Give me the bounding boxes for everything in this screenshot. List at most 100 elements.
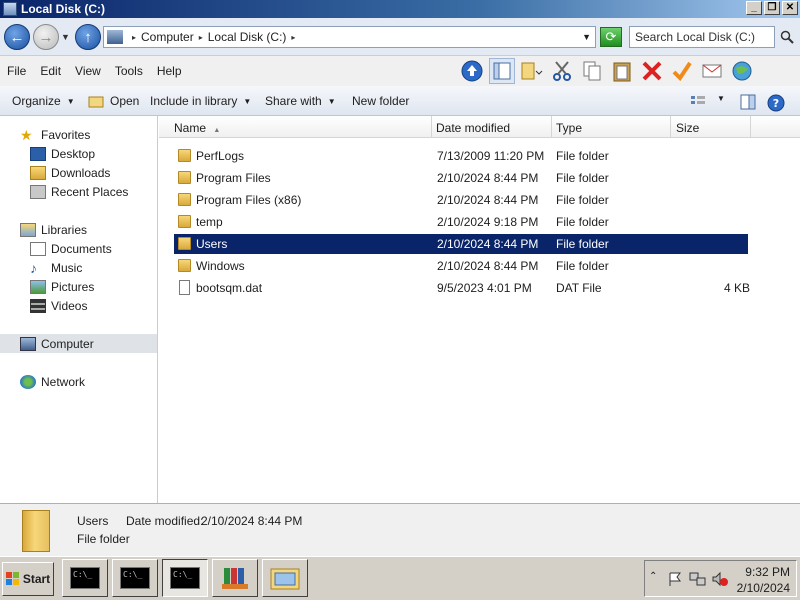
- taskbar-books[interactable]: [212, 559, 258, 597]
- network-status-icon[interactable]: [689, 571, 707, 587]
- nav-documents[interactable]: Documents: [30, 240, 112, 258]
- forward-button[interactable]: →: [33, 24, 59, 50]
- up-button[interactable]: ↑: [75, 24, 101, 50]
- table-row-selected[interactable]: Users 2/10/2024 8:44 PM File folder: [174, 234, 748, 254]
- nav-downloads[interactable]: Downloads: [30, 164, 110, 182]
- nav-favorites[interactable]: ★ Favorites: [20, 126, 90, 144]
- nav-desktop[interactable]: Desktop: [30, 145, 95, 163]
- cut-icon[interactable]: [549, 58, 575, 84]
- search-input[interactable]: Search Local Disk (C:): [629, 26, 775, 48]
- back-button[interactable]: ←: [4, 24, 30, 50]
- preview-pane-button[interactable]: [740, 94, 756, 110]
- open-button[interactable]: Open: [88, 94, 139, 108]
- column-type[interactable]: Type: [552, 116, 671, 138]
- address-history-dropdown[interactable]: ▼: [582, 32, 591, 42]
- recent-pages-dropdown[interactable]: ▼: [61, 32, 70, 42]
- computer-icon: [107, 30, 123, 44]
- delete-icon[interactable]: [639, 58, 665, 84]
- nav-videos-label: Videos: [51, 299, 88, 313]
- file-icon: [179, 280, 190, 295]
- show-hidden-icons-icon[interactable]: ⌃: [649, 571, 657, 582]
- file-name: bootsqm.dat: [196, 281, 263, 295]
- file-type: File folder: [556, 171, 609, 185]
- table-row[interactable]: Windows 2/10/2024 8:44 PM File folder: [174, 256, 748, 276]
- folder-icon: [178, 259, 191, 272]
- folder-icon: [178, 171, 191, 184]
- details-type: File folder: [77, 532, 130, 546]
- pictures-icon: [30, 280, 46, 294]
- maximize-button[interactable]: ❐: [764, 1, 780, 15]
- include-in-library-button[interactable]: Include in library ▼: [150, 94, 251, 108]
- table-row[interactable]: Program Files 2/10/2024 8:44 PM File fol…: [174, 168, 748, 188]
- drive-icon: [3, 2, 17, 16]
- file-date: 9/5/2023 4:01 PM: [437, 281, 532, 295]
- up-folder-icon[interactable]: [459, 58, 485, 84]
- nav-documents-label: Documents: [51, 242, 112, 256]
- nav-recent-label: Recent Places: [51, 185, 129, 199]
- nav-favorites-label: Favorites: [41, 128, 91, 142]
- nav-recent-places[interactable]: Recent Places: [30, 183, 128, 201]
- address-bar[interactable]: ▸ Computer ▸ Local Disk (C:) ▸ ▼: [103, 26, 596, 48]
- nav-libraries[interactable]: Libraries: [20, 221, 87, 239]
- properties-check-icon[interactable]: [669, 58, 695, 84]
- command-prompt-icon: C:\_: [120, 567, 150, 589]
- volume-muted-icon[interactable]: [711, 571, 729, 587]
- refresh-button[interactable]: ⟳: [600, 27, 622, 47]
- globe-icon[interactable]: [729, 58, 755, 84]
- start-button[interactable]: Start: [2, 562, 54, 596]
- table-row[interactable]: Program Files (x86) 2/10/2024 8:44 PM Fi…: [174, 190, 748, 210]
- nav-pictures[interactable]: Pictures: [30, 278, 94, 296]
- organize-button[interactable]: Organize ▼: [12, 94, 75, 108]
- search-icon[interactable]: [776, 26, 798, 48]
- classic-toolbar: [459, 58, 755, 84]
- nav-network[interactable]: Network: [20, 373, 85, 391]
- nav-videos[interactable]: Videos: [30, 297, 87, 315]
- table-row[interactable]: bootsqm.dat 9/5/2023 4:01 PM DAT File 4 …: [174, 278, 750, 298]
- email-icon[interactable]: [699, 58, 725, 84]
- nav-desktop-label: Desktop: [51, 147, 96, 161]
- table-row[interactable]: temp 2/10/2024 9:18 PM File folder: [174, 212, 748, 232]
- taskbar-cmd-1[interactable]: C:\_: [62, 559, 108, 597]
- nav-computer[interactable]: Computer: [20, 335, 94, 353]
- file-name: Program Files: [196, 171, 271, 185]
- clock[interactable]: 9:32 PM 2/10/2024: [737, 564, 790, 596]
- breadcrumb-computer[interactable]: Computer: [141, 30, 194, 44]
- views-icon[interactable]: [519, 58, 545, 84]
- folders-pane-icon[interactable]: [489, 58, 515, 84]
- copy-icon[interactable]: [579, 58, 605, 84]
- nav-music[interactable]: ♪ Music: [30, 259, 82, 277]
- change-view-button[interactable]: [690, 94, 706, 108]
- close-button[interactable]: ✕: [782, 1, 798, 15]
- nav-libraries-label: Libraries: [41, 223, 88, 237]
- film-icon: [30, 299, 46, 313]
- column-name[interactable]: Name ▲: [159, 116, 432, 138]
- taskbar-cmd-2[interactable]: C:\_: [112, 559, 158, 597]
- table-row[interactable]: PerfLogs 7/13/2009 11:20 PM File folder: [174, 146, 748, 166]
- menu-file[interactable]: File: [7, 64, 26, 78]
- menu-view[interactable]: View: [75, 64, 101, 78]
- minimize-button[interactable]: _: [746, 1, 762, 15]
- share-with-button[interactable]: Share with ▼: [265, 94, 336, 108]
- chevron-right-icon[interactable]: ▸: [291, 33, 295, 42]
- paste-icon[interactable]: [609, 58, 635, 84]
- chevron-right-icon[interactable]: ▸: [132, 33, 136, 42]
- column-date-modified[interactable]: Date modified: [432, 116, 552, 138]
- nav-pictures-label: Pictures: [51, 280, 95, 294]
- details-date-label: Date modified:: [126, 514, 204, 528]
- action-center-flag-icon[interactable]: [667, 571, 683, 587]
- taskbar-explorer[interactable]: [262, 559, 308, 597]
- menu-help[interactable]: Help: [157, 64, 182, 78]
- menu-tools[interactable]: Tools: [115, 64, 143, 78]
- help-button[interactable]: ?: [767, 94, 785, 112]
- column-size[interactable]: Size: [671, 116, 751, 138]
- taskbar-cmd-3[interactable]: C:\_: [162, 559, 208, 597]
- breadcrumb-local-disk[interactable]: Local Disk (C:): [208, 30, 287, 44]
- new-folder-button[interactable]: New folder: [352, 94, 409, 108]
- file-type: File folder: [556, 149, 609, 163]
- command-prompt-icon: C:\_: [70, 567, 100, 589]
- view-options-dropdown[interactable]: ▼: [717, 94, 725, 103]
- file-date: 2/10/2024 8:44 PM: [437, 259, 539, 273]
- column-headers: Name ▲ Date modified Type Size: [159, 116, 800, 138]
- menu-edit[interactable]: Edit: [40, 64, 61, 78]
- chevron-right-icon[interactable]: ▸: [199, 33, 203, 42]
